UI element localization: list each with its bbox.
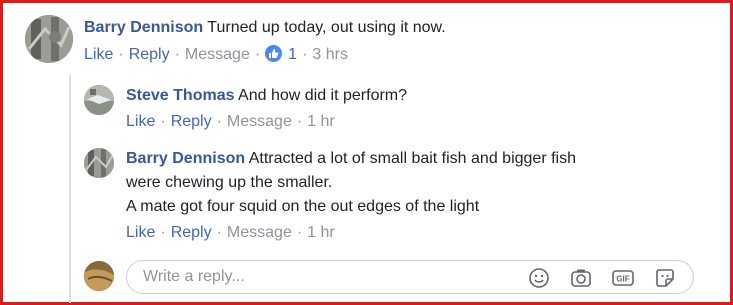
reply-button[interactable]: Reply	[129, 46, 170, 63]
avatar[interactable]	[84, 148, 114, 178]
reply-placeholder: Write a reply...	[143, 268, 245, 285]
separator: ·	[216, 113, 222, 130]
avatar[interactable]	[25, 15, 73, 63]
separator: ·	[118, 46, 124, 63]
separator: ·	[254, 46, 261, 63]
gif-icon[interactable]: GIF	[611, 266, 635, 290]
camera-icon[interactable]	[569, 266, 593, 290]
separator: ·	[216, 224, 222, 241]
emoji-icon[interactable]	[527, 266, 551, 290]
separator: ·	[296, 224, 303, 241]
comment-author[interactable]: Barry Dennison	[84, 19, 203, 36]
reaction-count[interactable]: 1	[288, 46, 297, 63]
comment-text: A mate got four squid on the out edges o…	[126, 198, 480, 215]
avatar[interactable]	[84, 85, 114, 115]
svg-text:GIF: GIF	[616, 275, 629, 284]
reply-tools: GIF	[527, 266, 677, 290]
message-button[interactable]: Message	[227, 113, 292, 130]
thread-line	[69, 75, 71, 303]
like-button[interactable]: Like	[84, 46, 113, 63]
message-button[interactable]: Message	[227, 224, 292, 241]
timestamp[interactable]: 1 hr	[307, 113, 335, 130]
reply-1: Steve Thomas And how did it perform?	[126, 85, 407, 107]
comment-author[interactable]: Barry Dennison	[126, 150, 245, 167]
like-button[interactable]: Like	[126, 224, 155, 241]
avatar[interactable]	[84, 261, 114, 291]
sticker-icon[interactable]	[653, 266, 677, 290]
reply-actions: Like · Reply · Message · 1 hr	[126, 223, 335, 243]
like-button[interactable]: Like	[126, 113, 155, 130]
separator: ·	[160, 113, 166, 130]
message-button[interactable]: Message	[185, 46, 250, 63]
comment-text: And how did it perform?	[238, 87, 408, 104]
comment-1: Barry Dennison Turned up today, out usin…	[84, 17, 446, 39]
reply-actions: Like · Reply · Message · 1 hr	[126, 112, 335, 132]
comment-text: were chewing up the smaller.	[126, 174, 333, 191]
timestamp[interactable]: 1 hr	[307, 224, 335, 241]
reply-input[interactable]: Write a reply... GIF	[126, 260, 694, 294]
reply-button[interactable]: Reply	[171, 113, 212, 130]
comment-author[interactable]: Steve Thomas	[126, 87, 234, 104]
screenshot-frame: Barry Dennison Turned up today, out usin…	[0, 0, 733, 305]
reply-button[interactable]: Reply	[171, 224, 212, 241]
comment-actions: Like · Reply · Message · 1 · 3 hrs	[84, 45, 348, 65]
separator: ·	[160, 224, 166, 241]
comment-text: Turned up today, out using it now.	[207, 19, 446, 36]
comment-text: Attracted a lot of small bait fish and b…	[248, 150, 576, 167]
timestamp[interactable]: 3 hrs	[312, 46, 348, 63]
reply-2-line-1: Barry Dennison Attracted a lot of small …	[126, 148, 576, 170]
separator: ·	[174, 46, 180, 63]
separator: ·	[296, 113, 303, 130]
like-reaction-icon[interactable]	[265, 45, 283, 62]
separator: ·	[302, 46, 308, 63]
